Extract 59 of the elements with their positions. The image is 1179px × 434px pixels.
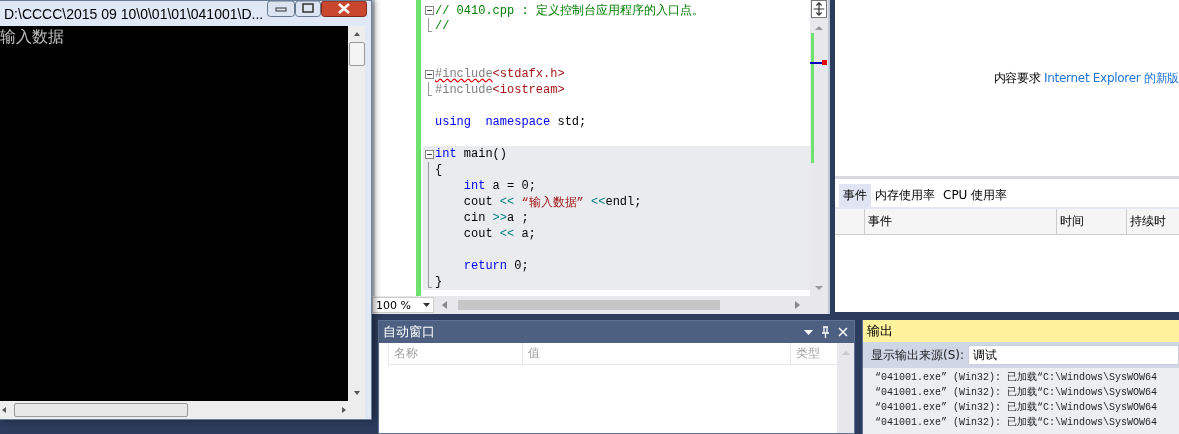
scroll-up-arrow-icon[interactable] [352,30,361,38]
output-line: “041001.exe” (Win32): 已加载“C:\Windows\SysWOW64 [875,415,1159,430]
output-line: “041001.exe” (Win32): 已加载“C:\Windows\SysWOW64 [875,400,1159,415]
code-line: { [435,162,444,178]
scrollbar-thumb[interactable] [14,403,188,417]
split-icon[interactable] [811,0,827,18]
code-editor[interactable]: // 0410.cpp : 定义控制台应用程序的入口点。 // #include<stdafx.h> #include<iostream> using namespace std; int main() { int a = 0; cout << “输入数据” <<endl; cin >>a ; cout << a; return 0; } 100 % [372,0,830,314]
code-line: cout << “输入数据” <<endl; [462,194,643,210]
code-line: using namespace std; [435,114,588,130]
scroll-left-arrow-icon[interactable] [0,406,8,414]
tab[interactable]: 事件 [839,184,871,207]
code-line: // 0410.cpp : 定义控制台应用程序的入口点。 [435,2,705,18]
collapse-icon[interactable] [425,70,434,79]
column-header[interactable]: 持续时 [1126,209,1179,234]
code-line: } [435,274,444,290]
vertical-scrollbar[interactable] [348,26,365,401]
output-line: “041001.exe” (Win32): 已加载“C:\Windows\SysWOW64 [875,385,1159,400]
source-label: 显示输出来源(S): [871,346,965,364]
code-line: return 0; [462,258,530,274]
column-header[interactable]: 事件 [864,209,1056,234]
tab[interactable]: 内存使用率 [871,184,939,207]
code-line: cin >>a ; [462,210,530,226]
code-line: #include<stdafx.h> [435,66,566,82]
close-button[interactable] [321,1,368,17]
scroll-down-arrow-icon[interactable] [352,389,361,397]
scrollbar-thumb[interactable] [348,42,365,66]
column-header[interactable]: 时间 [1056,209,1126,234]
scroll-right-arrow-icon[interactable] [340,406,348,414]
output-line: “041001.exe” (Win32): 已加载“C:\Windows\SysWOW64 [875,370,1159,385]
code-line: int main() [435,146,509,162]
code-line: // [435,18,451,34]
code-line: cout << a; [462,226,537,242]
panel-title: 自动窗口 [383,323,436,341]
minimize-button[interactable] [267,1,296,17]
collapse-icon[interactable] [425,150,434,159]
panel-title: 输出 [867,322,893,340]
close-icon[interactable] [838,327,848,337]
caret-position-marker [810,62,822,64]
caret-icon [423,303,430,307]
code-line: int a = 0; [462,178,537,194]
source-dropdown[interactable]: 调试 [968,345,1179,365]
pin-icon[interactable] [821,326,830,338]
code-line: #include<iostream> [435,82,566,98]
scroll-right-arrow-icon[interactable] [794,301,802,309]
message-text: 内容要求 Internet Explorer 的新版 [993,69,1179,87]
window-title: D:\CCCC\2015 09 10\0\01\01\041001\D... [4,5,264,22]
scroll-left-arrow-icon[interactable] [440,301,448,309]
error-marker [822,60,827,65]
link[interactable]: Internet Explorer 的新版 [1044,70,1179,85]
maximize-button[interactable] [295,1,322,17]
vertical-scrollbar[interactable] [810,0,828,296]
scrollbar-thumb[interactable] [458,300,720,310]
console-text: 输入数据 [0,27,64,48]
horizontal-scrollbar[interactable] [0,401,365,419]
vertical-scrollbar[interactable] [837,343,854,433]
zoom-dropdown[interactable]: 100 % [372,297,434,313]
tab[interactable]: CPU 使用率 [939,184,1012,207]
collapse-icon[interactable] [425,6,434,15]
dropdown-icon[interactable] [804,329,813,335]
